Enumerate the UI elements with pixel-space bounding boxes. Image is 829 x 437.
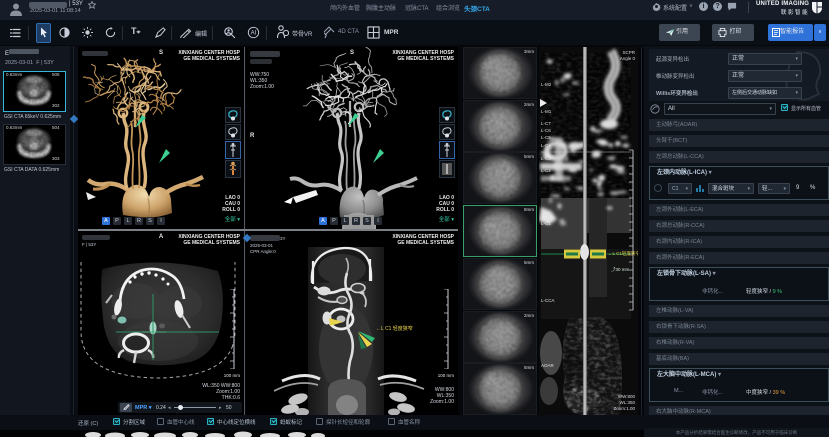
svg-text:AI: AI	[251, 31, 257, 37]
